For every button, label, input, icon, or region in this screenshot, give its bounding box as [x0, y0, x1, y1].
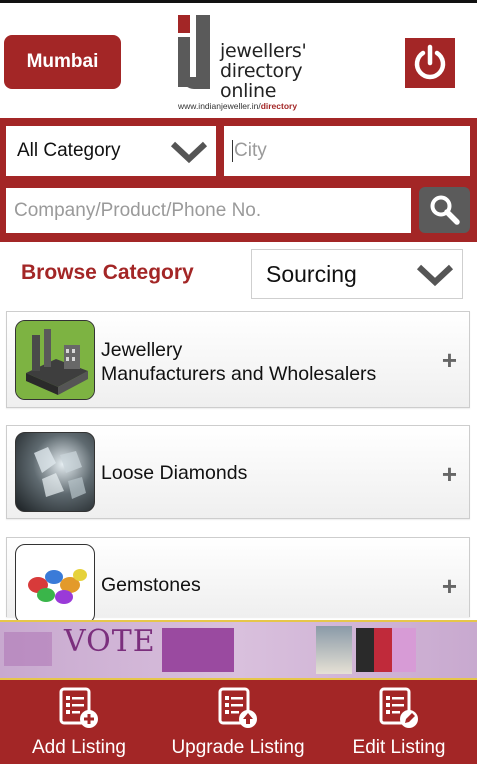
banner-prize-image	[356, 628, 416, 672]
banner-graphic	[4, 632, 52, 666]
upgrade-listing-icon	[218, 687, 257, 728]
category-label: Jewellery Manufacturers and Wholesalers	[101, 339, 377, 385]
city-button[interactable]: Mumbai	[4, 35, 121, 89]
power-icon	[414, 44, 446, 80]
power-button[interactable]	[405, 38, 455, 88]
edit-listing-label: Edit Listing	[352, 737, 446, 758]
logo-line-1: jewellers'	[220, 40, 307, 62]
expand-plus-icon: +	[441, 345, 457, 375]
city-input[interactable]: City	[224, 126, 470, 176]
chevron-down-icon	[170, 141, 208, 164]
category-label: Gemstones	[101, 574, 201, 596]
upgrade-listing-button[interactable]: Upgrade Listing	[164, 680, 312, 764]
banner-monitor-image	[162, 628, 234, 672]
search-button[interactable]	[419, 187, 470, 233]
category-select[interactable]: All Category	[6, 126, 216, 176]
gemstones-image	[15, 544, 95, 624]
factory-image	[15, 320, 95, 400]
text-cursor	[232, 140, 233, 162]
jewellers-directory-logo: jewellers' directory online www.indianje…	[176, 13, 307, 113]
sourcing-select-value: Sourcing	[266, 260, 357, 287]
logo-url: www.indianjeweller.in/directory	[178, 101, 298, 111]
add-listing-icon	[59, 687, 98, 728]
logo-line-2: directory	[220, 60, 303, 82]
diamonds-image	[15, 432, 95, 512]
search-icon	[430, 195, 460, 225]
expand-plus-icon: +	[441, 571, 457, 601]
expand-plus-icon: +	[441, 459, 457, 489]
app-header: Mumbai jewellers' directory online www.i…	[0, 0, 477, 118]
query-input-placeholder: Company/Product/Phone No.	[14, 199, 262, 221]
browse-category-title: Browse Category	[21, 261, 194, 284]
chevron-down-icon	[416, 264, 454, 287]
logo-line-3: online	[220, 80, 277, 102]
banner-store-image	[316, 626, 352, 674]
category-item-jewellery-manufacturers[interactable]: Jewellery Manufacturers and Wholesalers …	[6, 311, 470, 408]
banner-graphic	[418, 626, 476, 674]
category-label: Loose Diamonds	[101, 462, 248, 484]
category-item-loose-diamonds[interactable]: Loose Diamonds +	[6, 425, 470, 519]
category-item-gemstones[interactable]: Gemstones +	[6, 537, 470, 624]
city-input-placeholder: City	[234, 140, 267, 161]
ij-logo-mark	[178, 15, 218, 101]
edit-listing-icon	[379, 687, 418, 728]
advertisement-banner[interactable]: VOTE	[0, 620, 477, 680]
bottom-navigation: Add Listing Upgrade Listing Edit Listing	[0, 680, 477, 764]
search-panel: All Category City Company/Product/Phone …	[0, 118, 477, 242]
add-listing-label: Add Listing	[31, 737, 126, 758]
edit-listing-button[interactable]: Edit Listing	[336, 680, 462, 764]
sourcing-select[interactable]: Sourcing	[251, 249, 463, 299]
query-input[interactable]: Company/Product/Phone No.	[6, 188, 411, 233]
add-listing-button[interactable]: Add Listing	[10, 680, 148, 764]
banner-headline: VOTE	[64, 624, 156, 659]
upgrade-listing-label: Upgrade Listing	[171, 737, 305, 758]
category-select-value: All Category	[17, 140, 121, 161]
banner-graphic	[236, 626, 316, 672]
